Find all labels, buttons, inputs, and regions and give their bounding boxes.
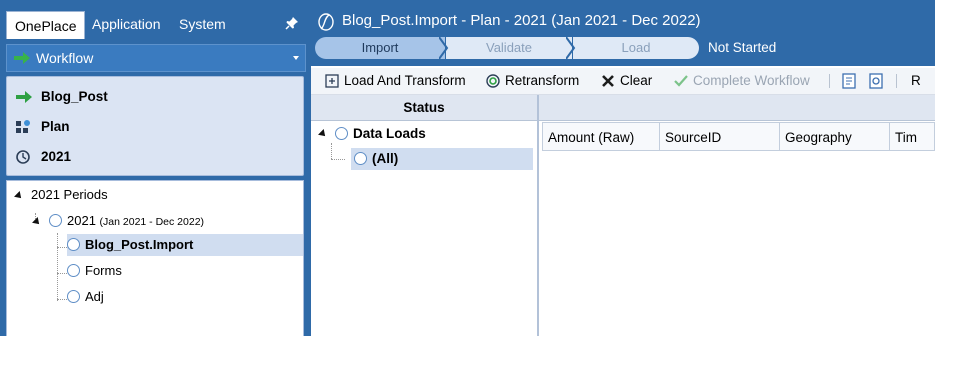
- status-circle-icon: [67, 290, 80, 304]
- clock-icon: [16, 150, 30, 164]
- status-header: Status: [311, 95, 537, 121]
- workflow-dropdown[interactable]: Workflow: [6, 44, 306, 72]
- tree-node-forms[interactable]: Forms: [67, 260, 122, 282]
- expand-icon[interactable]: [14, 190, 24, 201]
- check-icon: [674, 75, 688, 87]
- scenario-icon: [16, 120, 30, 133]
- retransform-icon: [486, 74, 500, 88]
- left-panel: OnePlace Application System Workflow Blo…: [0, 0, 309, 336]
- arrow-right-icon: [16, 91, 32, 103]
- expand-icon[interactable]: [318, 129, 328, 140]
- tab-oneplace[interactable]: OnePlace: [6, 11, 86, 39]
- status-circle-icon: [354, 151, 367, 165]
- status-panel: Status Data Loads (All): [311, 95, 537, 336]
- tree-node-import[interactable]: Blog_Post.Import: [67, 234, 303, 256]
- pin-icon[interactable]: [284, 15, 300, 31]
- load-transform-icon: [325, 74, 339, 88]
- expand-icon[interactable]: [32, 216, 42, 227]
- tree-node-periods[interactable]: 2021 Periods: [14, 184, 108, 206]
- column-header-time[interactable]: Tim: [889, 122, 935, 151]
- workflow-status: Not Started: [708, 40, 777, 55]
- workspace-panel: Blog_Post.Import - Plan - 2021 (Jan 2021…: [311, 0, 935, 336]
- workflow-header: Blog_Post.Import - Plan - 2021 (Jan 2021…: [311, 0, 935, 66]
- status-circle-icon: [49, 214, 62, 228]
- page-title: Blog_Post.Import - Plan - 2021 (Jan 2021…: [342, 12, 701, 29]
- arrow-right-icon: [14, 52, 30, 64]
- step-import[interactable]: Import: [315, 37, 445, 59]
- tree-node-period-2021[interactable]: 2021 (Jan 2021 - Dec 2022): [32, 210, 204, 232]
- navigation-tabs: OnePlace Application System: [6, 10, 304, 39]
- tree-node-all[interactable]: (All): [351, 148, 533, 170]
- tree-node-adj[interactable]: Adj: [67, 286, 104, 308]
- status-circle-icon: [335, 126, 348, 140]
- column-header-amount[interactable]: Amount (Raw): [542, 122, 660, 151]
- app-window: OnePlace Application System Workflow Blo…: [0, 0, 935, 336]
- column-header-geography[interactable]: Geography: [779, 122, 890, 151]
- pov-panel: Blog_Post Plan 2021: [6, 76, 304, 176]
- onestream-logo-icon: [318, 13, 334, 31]
- column-header-sourceid[interactable]: SourceID: [659, 122, 780, 151]
- step-validate[interactable]: Validate: [446, 37, 572, 59]
- tree-node-data-loads[interactable]: Data Loads: [318, 123, 426, 145]
- close-icon: [602, 75, 614, 87]
- step-chevron-icon: [566, 37, 576, 59]
- grid-toolbar: [539, 95, 935, 121]
- tab-system[interactable]: System: [171, 10, 234, 38]
- step-chevron-icon: [439, 37, 449, 59]
- step-load[interactable]: Load: [573, 37, 699, 59]
- workflow-tree: 2021 Periods 2021 (Jan 2021 - Dec 2022) …: [6, 180, 304, 336]
- workflow-label: Workflow: [36, 50, 94, 66]
- status-circle-icon: [67, 238, 80, 252]
- settings-doc-icon[interactable]: [869, 73, 883, 89]
- status-circle-icon: [67, 264, 80, 278]
- document-icon[interactable]: [842, 73, 856, 89]
- tab-application[interactable]: Application: [84, 10, 169, 38]
- toolbar: Load And Transform Retransform Clear Com…: [311, 68, 935, 95]
- data-grid: Amount (Raw) SourceID Geography Tim: [539, 95, 935, 336]
- chevron-down-icon: [293, 56, 299, 60]
